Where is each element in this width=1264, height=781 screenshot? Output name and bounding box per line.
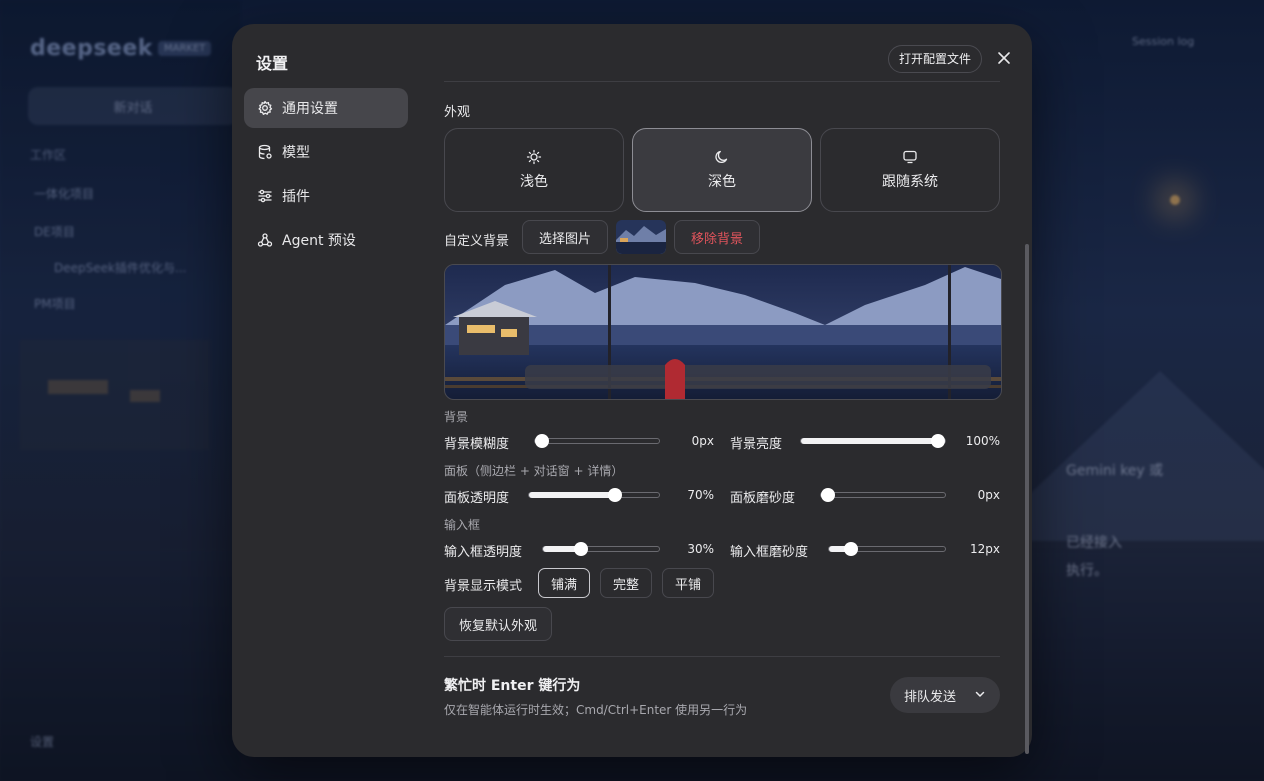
choose-image-button[interactable]: 选择图片 [522, 220, 608, 254]
bg-workspace-label: 工作区 [30, 148, 67, 162]
mode-fill-button[interactable]: 铺满 [538, 568, 590, 598]
agent-icon [256, 231, 274, 249]
bg-brightness-slider[interactable] [800, 434, 946, 448]
theme-light-card[interactable]: 浅色 [444, 128, 624, 212]
panel-section-label: 面板（侧边栏 + 对话窗 + 详情） [444, 464, 624, 478]
settings-modal: 设置 打开配置文件 通用设置 模型 插件 Agent 预设 外观 浅色 深色 跟… [232, 24, 1032, 757]
chevron-down-icon [974, 688, 986, 700]
slider-value: 100% [965, 434, 1000, 448]
divider [444, 656, 1000, 657]
slider-fill [801, 438, 938, 444]
slider-label: 面板磨砂度 [730, 491, 796, 506]
custom-bg-label: 自定义背景 [444, 234, 510, 249]
nav-label: 模型 [282, 145, 310, 161]
theme-label: 浅色 [520, 174, 548, 190]
bg-logo: deepseek [30, 36, 153, 61]
bg-snippet: 执行。 [1066, 563, 1108, 579]
appearance-heading: 外观 [444, 105, 471, 120]
enter-behavior-title: 繁忙时 Enter 键行为 [444, 678, 581, 694]
remove-bg-button[interactable]: 移除背景 [674, 220, 760, 254]
sun-icon [526, 149, 542, 165]
database-icon [256, 143, 274, 161]
mode-tile-button[interactable]: 平铺 [662, 568, 714, 598]
slider-value: 0px [977, 488, 1000, 502]
slider-value: 70% [687, 488, 714, 502]
slider-knob[interactable] [573, 542, 588, 556]
bg-snippet: Gemini key 或 [1066, 463, 1164, 479]
nav-general-settings[interactable]: 通用设置 [244, 88, 408, 128]
theme-label: 跟随系统 [882, 174, 938, 190]
input-frost-slider[interactable] [828, 542, 946, 556]
bg-list-item: PM项目 [34, 297, 76, 311]
scrollbar[interactable] [1025, 244, 1029, 754]
bg-blur-slider[interactable] [534, 434, 660, 448]
theme-dark-card[interactable]: 深色 [632, 128, 812, 212]
mode-fit-button[interactable]: 完整 [600, 568, 652, 598]
slider-knob[interactable] [821, 488, 835, 502]
open-config-button[interactable]: 打开配置文件 [888, 45, 983, 73]
bg-snippet: 已经接入 [1066, 535, 1122, 551]
nav-agent-presets[interactable]: Agent 预设 [244, 220, 408, 260]
slider-label: 面板透明度 [444, 491, 510, 506]
bg-thumbnail [616, 220, 666, 254]
slider-value: 0px [691, 434, 714, 448]
gear-icon [256, 99, 274, 117]
panel-frost-slider[interactable] [820, 488, 946, 502]
slider-knob[interactable] [607, 488, 622, 502]
nav-label: 插件 [282, 189, 310, 205]
slider-label: 背景模糊度 [444, 437, 510, 452]
theme-system-card[interactable]: 跟随系统 [820, 128, 1000, 212]
bg-new-chat-button: 新对话 [28, 87, 238, 125]
input-section-label: 输入框 [444, 518, 481, 532]
input-opacity-slider[interactable] [542, 542, 660, 556]
nav-label: 通用设置 [282, 101, 338, 117]
slider-knob[interactable] [844, 542, 859, 556]
enter-behavior-description: 仅在智能体运行时生效；Cmd/Ctrl+Enter 使用另一行为 [444, 703, 748, 717]
bg-preview-image [444, 264, 1002, 400]
slider-value: 12px [970, 542, 1000, 556]
enter-behavior-select[interactable]: 排队发送 [890, 677, 1000, 713]
nav-label: Agent 预设 [282, 233, 356, 249]
nav-models[interactable]: 模型 [244, 132, 408, 172]
slider-knob[interactable] [535, 434, 549, 448]
monitor-icon [902, 149, 918, 165]
sliders-icon [256, 187, 274, 205]
modal-title: 设置 [256, 54, 289, 73]
slider-fill [529, 492, 615, 498]
slider-label: 输入框磨砂度 [730, 545, 809, 560]
bg-settings: 设置 [30, 735, 55, 749]
slider-knob[interactable] [931, 434, 945, 448]
theme-label: 深色 [708, 174, 736, 190]
bg-lamp [1170, 195, 1180, 205]
slider-label: 背景亮度 [730, 437, 783, 452]
panel-opacity-slider[interactable] [528, 488, 660, 502]
select-value: 排队发送 [904, 689, 957, 705]
moon-icon [714, 149, 730, 165]
display-mode-label: 背景显示模式 [444, 579, 523, 594]
bg-section-label: 背景 [444, 410, 469, 424]
divider [444, 81, 1000, 82]
slider-label: 输入框透明度 [444, 545, 523, 560]
bg-list-item: DE项目 [34, 225, 75, 239]
slider-value: 30% [687, 542, 714, 556]
bg-list-item: 一体化项目 [34, 187, 95, 201]
reset-appearance-button[interactable]: 恢复默认外观 [444, 607, 552, 641]
bg-logo-badge: MARKET [158, 41, 212, 56]
bg-session-log: Session log [1132, 35, 1195, 48]
nav-plugins[interactable]: 插件 [244, 176, 408, 216]
bg-list-item: DeepSeek插件优化与... [54, 261, 187, 275]
close-icon[interactable] [994, 48, 1014, 68]
